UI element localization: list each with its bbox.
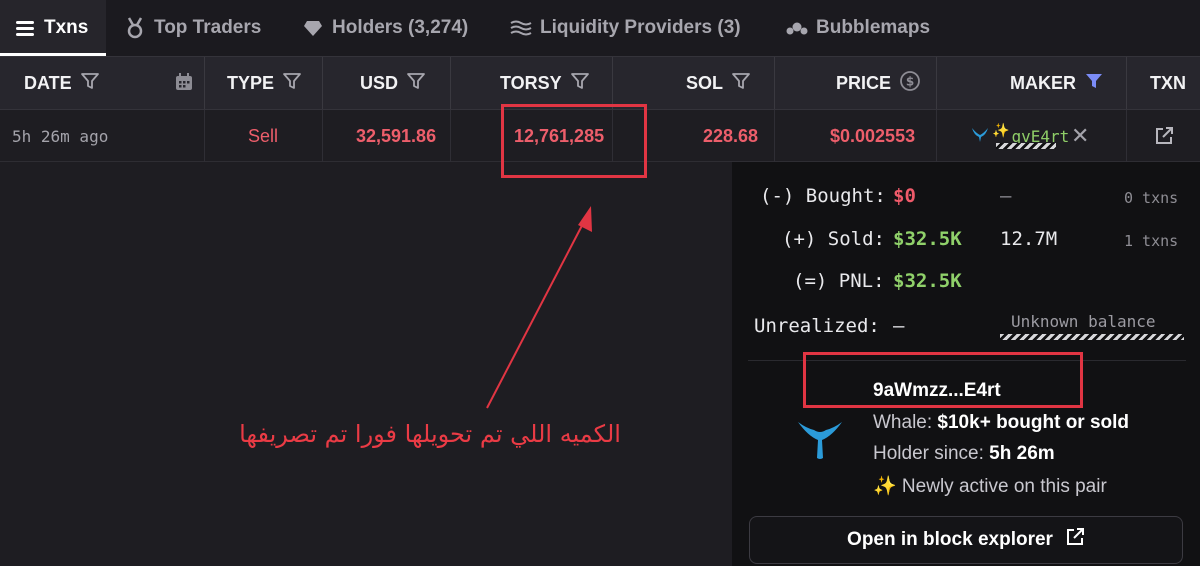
bubbles-icon [786,17,808,39]
menu-lines-icon [14,17,36,39]
row-date: 5h 26m ago [12,126,109,146]
column-label: TORSY [500,72,562,93]
unknown-balance: Unknown balance [1011,312,1156,331]
sold-label: (+) Sold: [782,228,885,250]
filter-icon[interactable] [80,71,100,96]
open-block-explorer-button[interactable]: Open in block explorer [749,516,1183,564]
row-usd: 32,591.86 [356,125,437,146]
sold-amount: 12.7M [1000,228,1058,250]
table-header: DATE TYPE USD TORSY SOL PRICE $ MAKER TX… [0,56,1200,110]
unrealized-value: – [893,315,905,337]
column-usd[interactable]: USD [360,57,426,109]
holder-info: Holder since: 5h 26m [873,443,1055,465]
tab-label: Bubblemaps [816,17,931,38]
column-label: USD [360,72,399,93]
column-divider [204,110,205,162]
bought-value: $0 [893,185,916,207]
sold-value: $32.5K [893,228,962,250]
sparkles-icon: ✨ [992,123,1010,139]
column-label: TXN [1150,72,1186,93]
row-maker[interactable]: ✨ qvE4rt [970,110,1069,162]
unknown-balance-hatch [1000,334,1184,340]
filter-icon[interactable] [406,71,426,96]
row-price: $0.002553 [830,125,916,146]
tab-bubblemaps[interactable]: Bubblemaps [786,0,930,56]
clear-maker-filter-button[interactable]: ✕ [1071,110,1089,162]
column-divider [936,57,937,109]
whale-icon [970,125,990,147]
column-divider [1126,57,1127,109]
tab-label: Liquidity Providers (3) [540,17,741,38]
medal-icon [124,17,146,39]
column-label: MAKER [1010,72,1076,93]
annotation-highlight-address [803,352,1083,408]
pnl-label: (=) PNL: [793,270,885,292]
filter-icon[interactable] [570,71,590,96]
column-label: PRICE [836,72,892,93]
column-label: DATE [24,72,72,93]
column-txn[interactable]: TXN [1150,57,1186,109]
tab-label: Txns [44,17,89,38]
row-type: Sell [248,125,279,146]
tab-liquidity-providers[interactable]: Liquidity Providers (3) [510,0,741,56]
column-sol[interactable]: SOL [686,57,751,109]
tab-txns[interactable]: Txns [0,0,106,56]
column-label: TYPE [227,72,275,93]
bought-txns: 0 txns [1124,189,1179,207]
column-divider [322,57,323,109]
column-divider [774,57,775,109]
unrealized-label: Unrealized: [754,315,880,337]
whale-label: Whale: [873,412,933,433]
calendar-icon[interactable] [174,72,194,97]
column-torsy[interactable]: TORSY [500,57,590,109]
tab-top-traders[interactable]: Top Traders [124,0,261,56]
whale-info: Whale: $10k+ bought or sold [873,412,1129,434]
column-label: SOL [686,72,724,93]
bought-label: (-) Bought: [760,185,886,207]
external-link-icon [1065,527,1085,553]
bought-amount: – [1000,185,1012,207]
tab-holders[interactable]: Holders (3,274) [302,0,468,56]
column-maker[interactable]: MAKER [1010,57,1104,109]
column-divider [204,57,205,109]
column-divider [322,110,323,162]
annotation-text: الكميه اللي تم تحويلها فورا تم تصريفها [239,420,621,448]
dollar-circle-icon[interactable]: $ [899,70,921,97]
column-price[interactable]: PRICE $ [836,57,921,109]
filter-icon[interactable] [282,71,302,96]
newly-active-note: ✨ Newly active on this pair [873,476,1107,497]
column-divider [450,110,451,162]
button-label: Open in block explorer [847,529,1053,550]
row-sol: 228.68 [703,125,759,146]
filter-active-icon[interactable] [1084,71,1104,96]
annotation-highlight-torsy [501,104,647,178]
pnl-value: $32.5K [893,270,962,292]
whale-value: $10k+ bought or sold [937,412,1130,433]
tab-label: Top Traders [154,17,262,38]
column-divider [936,110,937,162]
column-divider [1126,110,1127,162]
column-divider [774,110,775,162]
column-divider [450,57,451,109]
open-tx-link-icon[interactable] [1154,110,1174,162]
diamond-icon [302,17,324,39]
column-type[interactable]: TYPE [227,57,302,109]
holder-label: Holder since: [873,443,984,464]
waves-icon [510,17,532,39]
svg-text:$: $ [906,74,914,88]
column-divider [612,57,613,109]
filter-icon[interactable] [731,71,751,96]
holder-value: 5h 26m [989,443,1055,464]
whale-icon [796,418,844,467]
sold-txns: 1 txns [1124,232,1179,250]
maker-hatch-underline [996,143,1056,149]
column-date[interactable]: DATE [24,57,100,109]
tab-bar: Txns Top Traders Holders (3,274) Liquidi… [0,0,1200,56]
tab-label: Holders (3,274) [332,17,469,38]
